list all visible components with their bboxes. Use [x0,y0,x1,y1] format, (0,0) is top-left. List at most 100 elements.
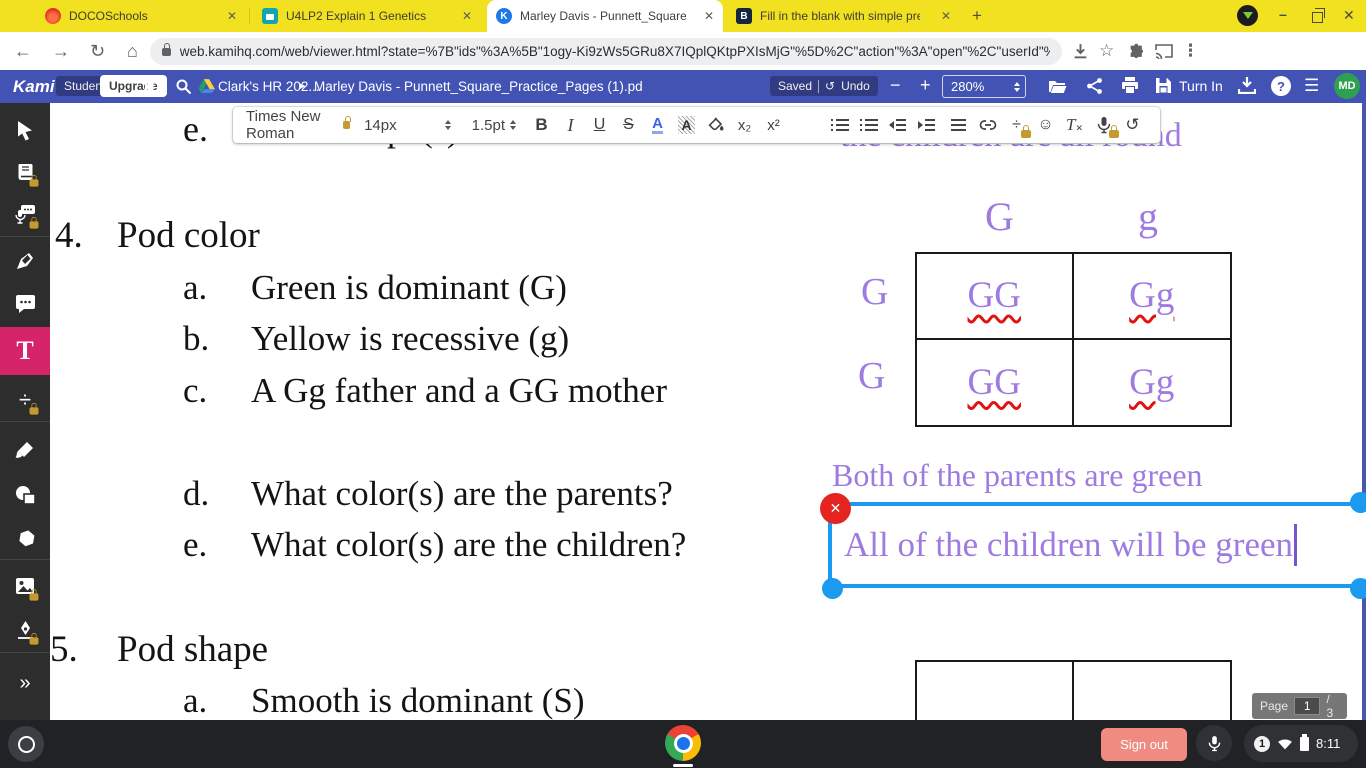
chrome-app-icon[interactable] [665,725,701,761]
forward-icon[interactable]: → [52,32,70,70]
link-button[interactable] [973,110,1002,140]
font-family-select[interactable]: Times New Roman [246,108,340,142]
line-spacing-value[interactable]: 1.5pt [472,117,505,134]
saved-undo-chip[interactable]: Saved ↺ Undo [770,76,878,96]
text-annotation-box[interactable]: All of the children will be green [828,502,1366,588]
scrollbar[interactable] [1362,103,1366,720]
download-page-icon[interactable] [1072,32,1089,70]
clear-format-button[interactable]: T ✕ [1060,110,1089,140]
punnett-col-header[interactable]: g [1138,193,1158,240]
line-spacing-stepper-icon[interactable] [510,120,516,130]
omnibox[interactable]: web.kamihq.com/web/viewer.html?state=%7B… [150,38,1062,65]
resize-handle-top-right[interactable] [1350,492,1366,513]
voice-comment-tool[interactable] [0,194,50,234]
punnett-cell-value[interactable]: Gg [1129,361,1174,404]
share-icon[interactable] [1086,77,1103,100]
punnett-col-header[interactable]: G [985,193,1014,240]
bullet-list-button[interactable] [857,110,886,140]
bookmark-star-icon[interactable]: ☆ [1099,32,1114,70]
highlighter-tool[interactable] [0,241,50,281]
undo-button[interactable]: Undo [841,79,870,93]
select-tool[interactable] [0,110,50,150]
dictation-button[interactable] [1089,110,1119,140]
signature-tool[interactable] [0,610,50,650]
restore-button[interactable] [1312,8,1325,28]
bold-button[interactable]: B [527,110,556,140]
annotation-answer-d[interactable]: Both of the parents are green [832,457,1203,494]
equation-button[interactable]: ÷ [1002,110,1031,140]
fill-color-button[interactable] [701,110,730,140]
highlight-button[interactable]: A [672,110,701,140]
comment-tool[interactable] [0,284,50,324]
tab-close-icon[interactable]: ✕ [462,9,472,23]
font-size-value[interactable]: 14px [364,117,397,134]
shapes-tool[interactable] [0,475,50,515]
equation-tool[interactable]: ÷ [0,380,50,420]
home-icon[interactable]: ⌂ [127,32,138,70]
minimize-button[interactable]: – [1279,6,1287,22]
eraser-tool[interactable] [0,519,50,559]
extensions-puzzle-icon[interactable] [1128,32,1145,70]
expand-sidebar-button[interactable]: » [0,663,50,703]
extension-icon[interactable] [1237,5,1258,26]
text-tool-active[interactable]: T [0,327,50,375]
split-view-icon[interactable] [145,78,163,99]
italic-button[interactable]: I [556,110,585,140]
avatar[interactable]: MD [1334,73,1360,99]
back-icon[interactable]: ← [14,32,32,70]
tab-close-icon[interactable]: ✕ [704,9,714,23]
sign-out-button[interactable]: Sign out [1101,728,1187,761]
new-tab-button[interactable]: + [972,6,982,26]
cast-icon[interactable] [1155,32,1173,70]
window-close-button[interactable]: ✕ [1343,7,1355,24]
reset-button[interactable]: ↺ [1118,110,1147,140]
download-icon[interactable] [1237,77,1257,99]
search-icon[interactable] [175,78,192,100]
dictionary-tool[interactable] [0,152,50,192]
resize-handle-bottom-right[interactable] [1350,578,1366,599]
text-color-button[interactable]: A [643,110,672,140]
punnett-cell-value[interactable]: GG [968,361,1021,404]
reload-icon[interactable]: ↻ [90,32,105,70]
resize-handle-bottom-left[interactable] [822,578,843,599]
tab-close-icon[interactable]: ✕ [227,9,237,23]
outdent-button[interactable] [886,110,915,140]
tab-docoschools[interactable]: DOCOSchools ✕ [36,0,246,32]
underline-button[interactable]: U [585,110,614,140]
tab-blooket[interactable]: B Fill in the blank with simple pres ✕ [727,0,960,32]
strikethrough-button[interactable]: S [614,110,643,140]
zoom-stepper-icon[interactable] [1014,81,1020,92]
page-number-input[interactable]: 1 [1294,697,1321,715]
delete-annotation-button[interactable]: ✕ [820,493,851,524]
punnett-cell-value[interactable]: GG [968,274,1021,317]
open-folder-icon[interactable] [1048,78,1067,99]
zoom-out-button[interactable]: − [890,75,901,96]
browser-menu-icon[interactable]: ⋮ [1182,32,1199,70]
shelf-mic-button[interactable] [1196,725,1232,761]
print-icon[interactable] [1121,77,1139,99]
url-text[interactable]: web.kamihq.com/web/viewer.html?state=%7B… [180,44,1050,59]
numbered-list-button[interactable] [828,110,857,140]
status-tray[interactable]: 1 8:11 [1244,725,1358,762]
indent-button[interactable] [915,110,944,140]
font-size-stepper-icon[interactable] [444,120,451,130]
punnett-row-header[interactable]: G [861,270,888,314]
superscript-button[interactable]: x² [759,110,788,140]
hamburger-menu-icon[interactable]: ☰ [1304,76,1319,96]
text-annotation-value[interactable]: All of the children will be green [832,525,1293,565]
turn-in-button[interactable]: Turn In [1155,77,1223,94]
punnett-cell-value[interactable]: Gg [1129,274,1174,317]
launcher-button[interactable] [8,726,44,762]
tab-close-icon[interactable]: ✕ [941,9,951,23]
tab-kami-active[interactable]: K Marley Davis - Punnett_Square_F ✕ [487,0,723,32]
tab-genetics[interactable]: U4LP2 Explain 1 Genetics ✕ [253,0,481,32]
emoji-button[interactable]: ☺ [1031,110,1060,140]
image-tool[interactable] [0,566,50,606]
punnett-row-header[interactable]: G [858,354,885,398]
line-height-button[interactable] [944,110,973,140]
zoom-in-button[interactable]: + [920,75,931,96]
drawing-tool[interactable] [0,430,50,470]
zoom-level-select[interactable]: 280% [942,75,1026,98]
help-icon[interactable]: ? [1271,76,1291,96]
undo-icon[interactable]: ↺ [825,79,835,93]
